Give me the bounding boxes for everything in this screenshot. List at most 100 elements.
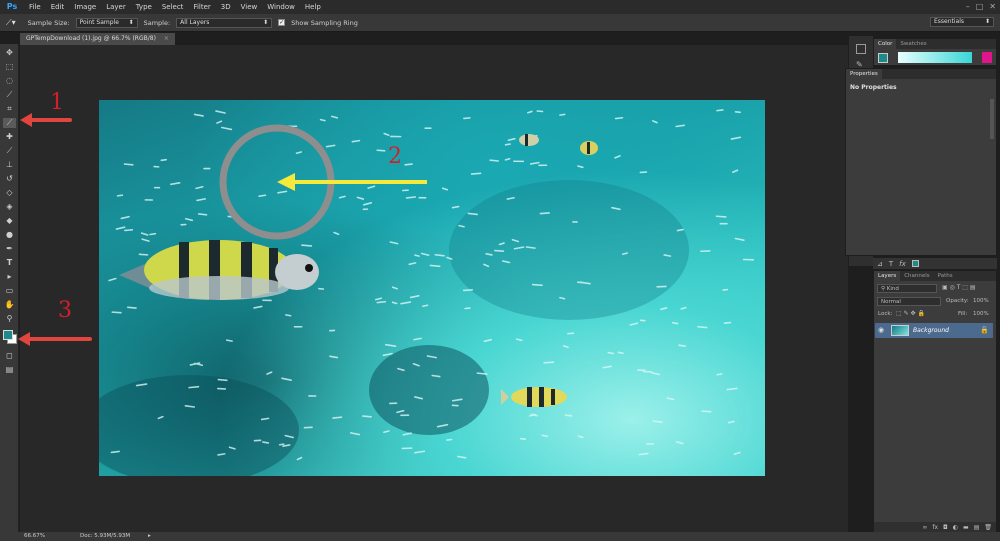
menu-3d[interactable]: 3D <box>216 0 236 14</box>
pen-tool-icon[interactable]: ✒ <box>3 244 16 254</box>
spot-healing-tool-icon[interactable]: ✚ <box>3 132 16 142</box>
school-fish <box>188 385 200 389</box>
foreground-background-colors[interactable] <box>3 330 17 344</box>
layer-filter-select[interactable]: ⚲ Kind <box>877 284 937 293</box>
color-panel-tabs: Color Swatches <box>874 39 996 49</box>
close-icon[interactable]: ✕ <box>989 2 996 12</box>
school-fish <box>330 115 339 119</box>
sample-size-select[interactable]: Point Sample ⬍ <box>75 17 138 28</box>
sample-select[interactable]: All Layers ⬍ <box>176 17 273 28</box>
new-group-icon[interactable]: ▬ <box>963 524 969 531</box>
link-layers-icon[interactable]: ∞ <box>922 524 927 531</box>
color-ramp[interactable] <box>898 52 972 63</box>
layer-row-background[interactable]: ◉ Background 🔒 <box>875 323 993 338</box>
type-icon[interactable]: T <box>889 260 893 268</box>
menu-window[interactable]: Window <box>262 0 300 14</box>
menu-help[interactable]: Help <box>300 0 326 14</box>
type-tool-icon[interactable]: T <box>3 258 16 268</box>
menu-layer[interactable]: Layer <box>101 0 131 14</box>
fill-label: Fill: <box>958 311 968 317</box>
maximize-icon[interactable]: □ <box>976 2 984 12</box>
school-fish <box>680 306 687 310</box>
delete-layer-icon[interactable]: 🗑 <box>984 524 992 531</box>
crop-tool-icon[interactable]: ⌗ <box>3 104 16 114</box>
school-fish <box>127 306 137 309</box>
screen-mode-icon[interactable]: ▤ <box>3 365 16 375</box>
adjustment-icon[interactable]: ⊿ <box>877 260 883 268</box>
clone-stamp-tool-icon[interactable]: ⊥ <box>3 160 16 170</box>
pointer-arrow-head <box>277 173 295 191</box>
school-fish <box>651 120 658 124</box>
foreground-color-swatch[interactable] <box>3 330 13 340</box>
history-brush-tool-icon[interactable]: ↺ <box>3 174 16 184</box>
swatch-icon[interactable] <box>911 260 919 267</box>
doc-info: Doc: 5.93M/5.93M <box>80 533 131 539</box>
school-fish <box>215 110 226 114</box>
panel-scrollbar[interactable] <box>990 99 994 139</box>
menu-image[interactable]: Image <box>69 0 101 14</box>
brush-tool-icon[interactable]: ⟋ <box>3 146 16 156</box>
fill-value[interactable]: 100% <box>973 311 989 317</box>
tab-color[interactable]: Color <box>874 39 897 49</box>
tab-paths[interactable]: Paths <box>934 271 957 281</box>
new-adjustment-icon[interactable]: ◐ <box>953 524 958 531</box>
show-sampling-ring-checkbox[interactable]: ✓ <box>278 19 286 26</box>
school-fish <box>559 113 566 116</box>
document-tab[interactable]: GPTempDownload (1).jpg @ 66.7% (RGB/8) × <box>20 33 175 45</box>
school-fish <box>602 365 613 369</box>
close-icon[interactable]: × <box>164 35 169 42</box>
fx-icon[interactable]: fx <box>932 524 938 531</box>
eyedropper-tool-icon[interactable]: ⟋ <box>3 118 16 128</box>
document-image[interactable] <box>99 100 765 476</box>
tab-swatches[interactable]: Swatches <box>896 39 930 49</box>
menu-edit[interactable]: Edit <box>46 0 70 14</box>
eyedropper-tool-preset-icon[interactable]: ⟋▾ <box>6 18 16 28</box>
rectangle-tool-icon[interactable]: ▭ <box>3 286 16 296</box>
tab-layers[interactable]: Layers <box>874 271 901 281</box>
tab-properties[interactable]: Properties <box>846 69 882 79</box>
zoom-tool-icon[interactable]: ⚲ <box>3 314 16 324</box>
dodge-tool-icon[interactable]: ● <box>3 230 16 240</box>
zoom-level[interactable]: 66.67% <box>24 532 45 541</box>
menu-file[interactable]: File <box>24 0 46 14</box>
school-fish <box>356 196 365 200</box>
new-layer-icon[interactable]: ▤ <box>974 524 980 531</box>
marquee-tool-icon[interactable]: ⬚ <box>3 62 16 72</box>
blend-mode-select[interactable]: Normal <box>877 297 941 306</box>
hand-tool-icon[interactable]: ✋ <box>3 300 16 310</box>
blur-tool-icon[interactable]: ◆ <box>3 216 16 226</box>
move-tool-icon[interactable]: ✥ <box>3 48 16 58</box>
adjustments-bar: ⊿ T fx <box>873 258 997 269</box>
menu-view[interactable]: View <box>236 0 263 14</box>
eraser-tool-icon[interactable]: ◇ <box>3 188 16 198</box>
chevron-down-icon: ⬍ <box>263 18 269 26</box>
color-ramp-accent-swatch[interactable] <box>982 52 992 63</box>
minimize-icon[interactable]: – <box>966 2 970 12</box>
quick-selection-tool-icon[interactable]: ⟋ <box>3 90 16 100</box>
opacity-value[interactable]: 100% <box>973 298 989 304</box>
fx-icon[interactable]: fx <box>899 260 906 268</box>
quick-mask-icon[interactable]: ◻ <box>3 351 16 361</box>
path-selection-tool-icon[interactable]: ▸ <box>3 272 16 282</box>
tab-channels[interactable]: Channels <box>900 271 933 281</box>
layer-name[interactable]: Background <box>913 327 949 334</box>
school-fish <box>489 159 500 162</box>
school-fish <box>217 453 226 456</box>
menu-select[interactable]: Select <box>157 0 189 14</box>
visibility-eye-icon[interactable]: ◉ <box>878 326 884 334</box>
menu-filter[interactable]: Filter <box>188 0 215 14</box>
color-panel-fg-swatch[interactable] <box>878 53 888 63</box>
lock-icons[interactable]: ⬚ ✎ ✥ 🔒 <box>896 310 925 317</box>
paint-bucket-tool-icon[interactable]: ◈ <box>3 202 16 212</box>
school-fish <box>434 253 445 257</box>
lasso-tool-icon[interactable]: ◌ <box>3 76 16 86</box>
school-fish <box>617 351 624 355</box>
school-fish <box>329 355 339 359</box>
history-panel-icon[interactable] <box>856 44 866 54</box>
school-fish <box>195 185 204 190</box>
status-menu-icon[interactable]: ▸ <box>148 532 151 541</box>
menu-type[interactable]: Type <box>131 0 157 14</box>
add-mask-icon[interactable]: ◘ <box>943 524 948 531</box>
workspace-select[interactable]: Essentials ⬍ <box>930 17 994 27</box>
school-fish <box>260 417 270 421</box>
